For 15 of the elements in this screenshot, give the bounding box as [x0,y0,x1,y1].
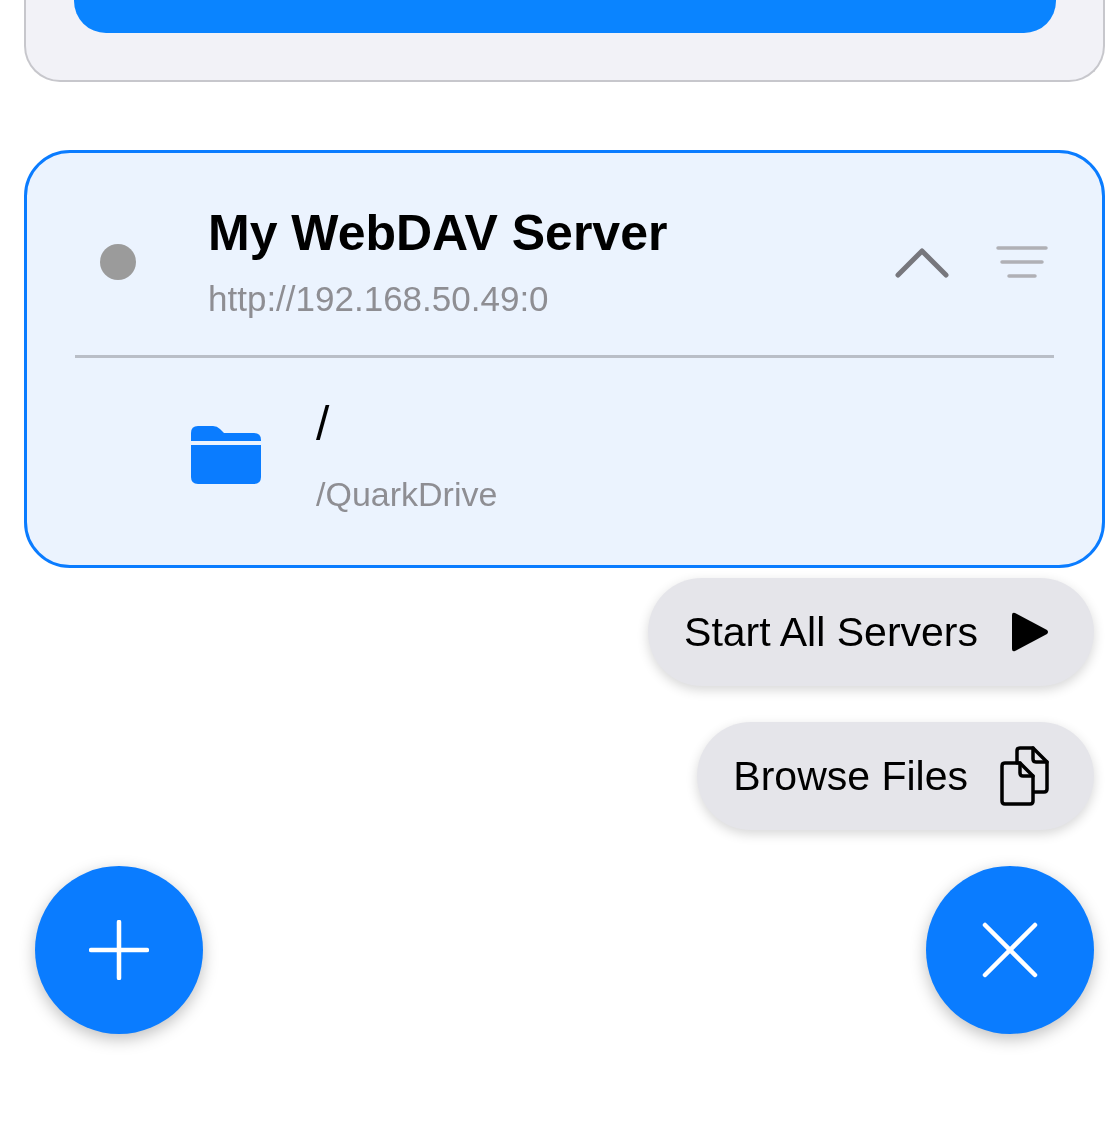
start-all-servers-button[interactable]: Start All Servers [648,578,1094,686]
folder-name: / [316,395,331,452]
play-icon [1010,610,1050,654]
add-button[interactable] [35,866,203,1034]
folder-icon [191,425,261,484]
documents-icon [1000,746,1050,806]
server-card[interactable]: My WebDAV Server http://192.168.50.49:0 / /QuarkDrive [24,150,1105,568]
server-url: http://192.168.50.49:0 [208,278,550,320]
plus-icon [89,920,149,980]
close-icon [982,922,1038,978]
chevron-up-icon[interactable] [894,245,950,279]
folder-path: /QuarkDrive [316,473,498,514]
browse-files-button[interactable]: Browse Files [697,722,1094,830]
server-name: My WebDAV Server [208,204,669,262]
close-button[interactable] [926,866,1094,1034]
